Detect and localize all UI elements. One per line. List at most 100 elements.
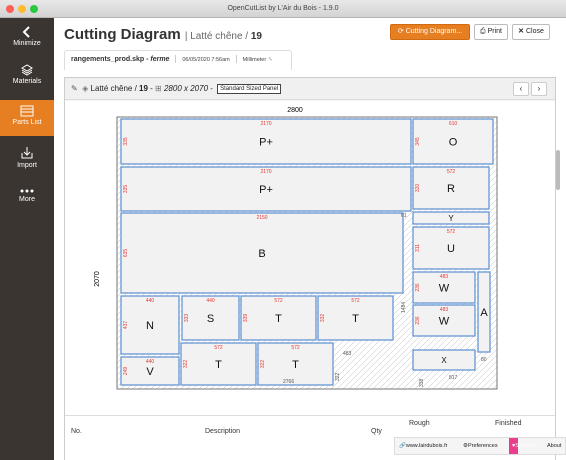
part-length-label: 572 — [214, 345, 223, 351]
subtitle-material: Latté chêne — [190, 31, 243, 42]
part-width-label: 311 — [415, 244, 421, 252]
next-button[interactable]: › — [531, 82, 547, 96]
board: P+ 2170 335 P+ 2170 335 B 2150 635 O 610 345 R 572 320… — [116, 116, 498, 390]
sidebar: Minimize Materials Parts List Import Mor… — [0, 18, 54, 460]
file-unit: Millimeter — [242, 57, 267, 63]
minimize-window-icon[interactable] — [18, 5, 26, 13]
sidebar-item-more[interactable]: More — [0, 186, 54, 214]
previous-button[interactable]: ‹ — [513, 82, 529, 96]
offcut-label: 2766 — [283, 379, 294, 385]
part-width-label: 333 — [184, 314, 190, 323]
offcut-label: 80 — [481, 357, 487, 363]
part-3[interactable]: O 610 345 — [412, 118, 494, 165]
panel-material: Latté chêne — [90, 84, 133, 93]
part-16[interactable]: T 572 322 — [257, 342, 334, 386]
part-15[interactable]: T 572 322 — [180, 342, 257, 386]
subtitle-thickness: 19 — [250, 31, 262, 42]
close-window-icon[interactable] — [6, 5, 14, 13]
sidebar-item-label: Parts List — [12, 119, 42, 126]
file-status: ferme — [150, 56, 170, 63]
part-length-label: 572 — [274, 298, 283, 304]
website-link[interactable]: 🔗 www.lairdubois.fr — [399, 438, 447, 454]
part-width-label: 345 — [415, 137, 421, 146]
part-11[interactable]: N 440 437 — [120, 295, 180, 355]
part-5[interactable]: Y — [412, 211, 490, 225]
close-icon: ✕ — [518, 28, 524, 35]
part-7[interactable]: W 483 236 — [412, 271, 476, 304]
website-label: www.lairdubois.fr — [405, 443, 448, 449]
print-button[interactable]: ⎙ Print — [474, 24, 508, 40]
scrollbar[interactable] — [556, 150, 560, 190]
part-label: A — [480, 307, 488, 319]
page-title: Cutting Diagram | Latté chêne / 19 — [64, 26, 262, 43]
board-length-label: 2800 — [287, 107, 303, 114]
part-label: U — [447, 243, 455, 255]
sponsor-label: Sponsor — [515, 443, 536, 449]
part-label: T — [352, 313, 359, 325]
part-label: Y — [448, 214, 454, 223]
sidebar-item-import[interactable]: Import — [0, 144, 54, 176]
part-2[interactable]: B 2150 635 — [120, 212, 404, 294]
part-6[interactable]: U 572 311 — [412, 226, 490, 270]
part-label: B — [258, 248, 265, 260]
part-1[interactable]: P+ 2170 335 — [120, 166, 412, 212]
part-label: W — [439, 283, 450, 295]
part-width-label: 249 — [123, 367, 129, 376]
refresh-icon: ⟳ — [397, 28, 404, 35]
part-label: T — [275, 313, 282, 325]
part-17[interactable]: V440 249 — [120, 356, 180, 386]
part-12[interactable]: S 440 333 — [181, 295, 240, 341]
sidebar-item-materials[interactable]: Materials — [0, 62, 54, 94]
chevron-left-icon: ‹ — [519, 84, 523, 93]
board-width-label: 2070 — [94, 271, 101, 287]
part-label: N — [146, 320, 154, 332]
part-label: T — [292, 359, 299, 371]
part-0[interactable]: P+ 2170 335 — [120, 118, 412, 165]
file-tab[interactable]: rangements_prod.skp - ferme 06/05/2020 7… — [64, 50, 292, 70]
col-qty: Qty — [371, 428, 382, 435]
sponsor-button[interactable]: ♥ Sponsor — [509, 438, 536, 454]
about-button[interactable]: About — [547, 438, 561, 454]
standard-panel-badge: Standard Sized Panel — [217, 83, 282, 94]
page-title-text: Cutting Diagram — [64, 26, 181, 43]
window-titlebar: OpenCutList by L'Air du Bois - 1.9.0 — [0, 0, 566, 18]
print-icon: ⎙ — [480, 28, 486, 35]
part-label: P+ — [259, 137, 273, 149]
part-length-label: 440 — [146, 359, 155, 365]
part-10[interactable]: X — [412, 349, 476, 371]
preferences-button[interactable]: ⚙ Preferences — [463, 438, 498, 454]
part-14[interactable]: T 572 332 — [317, 295, 394, 341]
part-8[interactable]: W 483 236 — [412, 304, 476, 337]
part-width-label: 635 — [123, 249, 129, 258]
offcut-label: 61 — [401, 213, 407, 219]
main-content: Cutting Diagram | Latté chêne / 19 ⟳ Cut… — [54, 18, 566, 460]
part-label: T — [215, 359, 222, 371]
part-width-label: 322 — [260, 360, 266, 369]
file-name: rangements_prod.skp — [71, 56, 145, 63]
window-title: OpenCutList by L'Air du Bois - 1.9.0 — [227, 5, 339, 12]
sidebar-item-parts-list[interactable]: Parts List — [0, 100, 54, 136]
preferences-label: Preferences — [467, 443, 498, 449]
sidebar-item-label: More — [19, 196, 35, 203]
sidebar-item-minimize[interactable]: Minimize — [0, 24, 54, 56]
part-length-label: 572 — [447, 169, 456, 175]
offcut-label: 1484 — [401, 302, 407, 313]
part-length-label: 440 — [146, 298, 155, 304]
material-icon: ◈ — [82, 84, 89, 93]
cutting-diagram-button[interactable]: ⟳ Cutting Diagram... — [390, 24, 470, 40]
part-length-label: 610 — [449, 121, 458, 127]
offcut-label: 338 — [419, 378, 425, 387]
part-9[interactable]: A — [477, 271, 491, 353]
pin-icon[interactable]: ✎ — [71, 84, 78, 93]
pencil-icon[interactable]: ✎ — [268, 57, 273, 63]
panel-thickness: 19 — [139, 84, 148, 93]
part-width-label: 320 — [415, 184, 421, 193]
part-label: X — [441, 356, 447, 365]
sidebar-item-label: Import — [17, 162, 37, 169]
subtitle-separator: / — [242, 31, 251, 42]
panel-size-icon: ⊞ — [155, 84, 162, 93]
part-13[interactable]: T 572 339 — [240, 295, 317, 341]
zoom-window-icon[interactable] — [30, 5, 38, 13]
part-4[interactable]: R 572 320 — [412, 166, 490, 210]
close-button[interactable]: ✕ Close — [512, 24, 550, 40]
